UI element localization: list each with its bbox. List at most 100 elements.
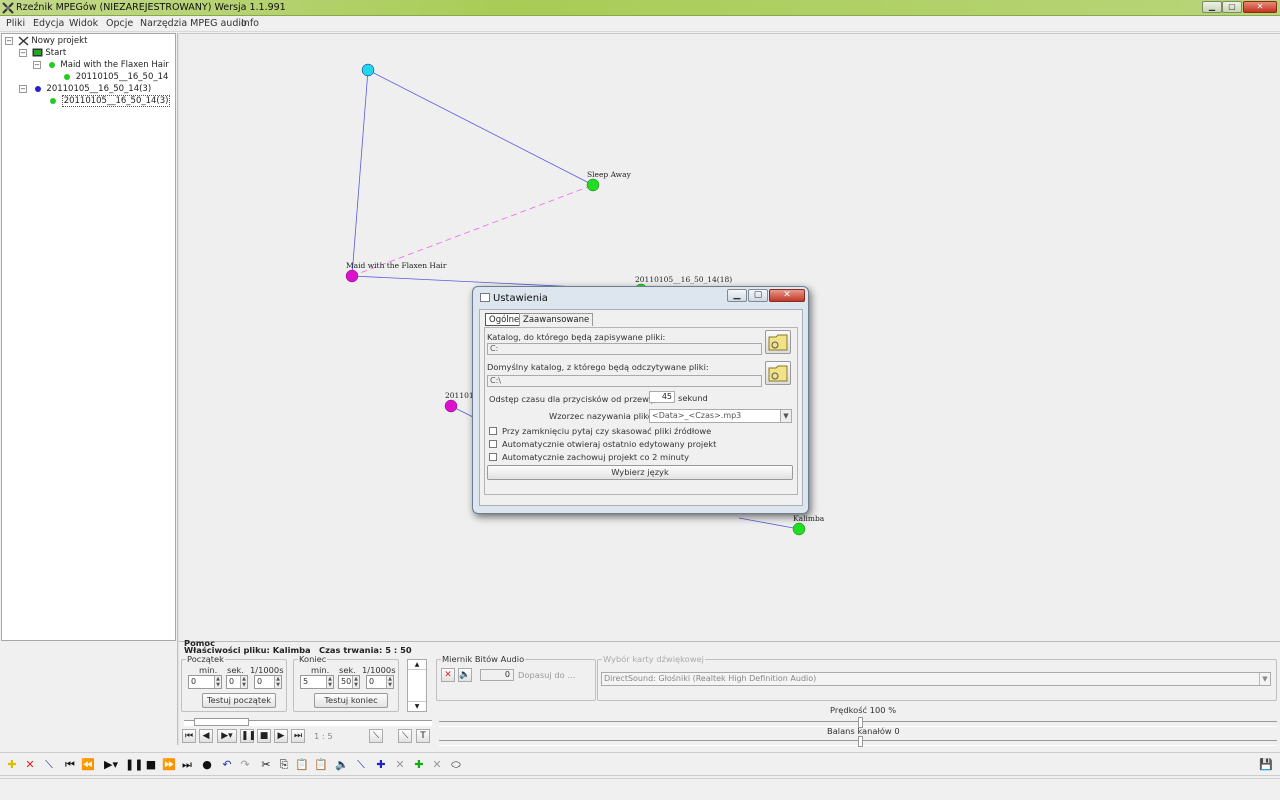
- menu-info[interactable]: Info: [241, 18, 259, 29]
- bitmeter-cancel-icon[interactable]: ✕: [441, 668, 455, 682]
- menu-pliki[interactable]: Pliki: [6, 18, 25, 29]
- remove-node-button[interactable]: ✕: [429, 756, 445, 773]
- node-n2011[interactable]: [444, 399, 458, 413]
- collapse-icon[interactable]: −: [19, 48, 27, 57]
- save-dir-browse-button[interactable]: [765, 330, 791, 354]
- pause-button[interactable]: ❚❚: [240, 729, 256, 743]
- start-min-spinner[interactable]: 0 ▲ ▼: [188, 675, 222, 689]
- scroll-down-icon[interactable]: ▼: [408, 701, 426, 711]
- collapse-icon[interactable]: −: [19, 84, 27, 93]
- cut-marker-button[interactable]: ⟍: [369, 729, 383, 743]
- pattern-select[interactable]: <Data>_<Czas>.mp3 ▼: [649, 409, 792, 423]
- volume-button[interactable]: 🔈: [334, 756, 350, 773]
- paste-button[interactable]: 📋: [294, 756, 310, 773]
- menu-opcje[interactable]: Opcje: [106, 18, 133, 29]
- menu-edycja[interactable]: Edycja: [33, 18, 64, 29]
- node-cyan[interactable]: [361, 63, 375, 77]
- marker-button[interactable]: ⟍: [353, 756, 369, 773]
- scroll-up-icon[interactable]: ▲: [408, 660, 426, 670]
- maximize-button[interactable]: ▢: [1222, 1, 1242, 13]
- checkbox-ask-delete[interactable]: [489, 427, 497, 435]
- stop-button[interactable]: ■: [257, 729, 271, 743]
- delete-button[interactable]: ✕: [22, 756, 38, 773]
- step-back-button[interactable]: ◀: [199, 729, 213, 743]
- checkbox-auto-save[interactable]: [489, 453, 497, 461]
- project-tree[interactable]: − Nowy projekt − Start − Maid with the F…: [1, 33, 176, 641]
- tab-ogolne[interactable]: Ogólne: [485, 313, 524, 326]
- add-blue-button[interactable]: ✚: [373, 756, 389, 773]
- loop-button[interactable]: ⬭: [448, 756, 464, 773]
- spinner-arrows-icon[interactable]: ▲ ▼: [326, 676, 333, 688]
- tree-item-group2[interactable]: − 20110105__16_50_14(3): [19, 83, 151, 95]
- spinner-arrows-icon[interactable]: ▲ ▼: [352, 676, 359, 688]
- undo-button[interactable]: ↶: [219, 756, 235, 773]
- start-sek-spinner[interactable]: 0 ▲ ▼: [226, 675, 248, 689]
- skip-end-button[interactable]: ⏭: [179, 756, 195, 773]
- tree-item-maid[interactable]: − Maid with the Flaxen Hair: [33, 59, 169, 71]
- spinner-arrows-icon[interactable]: ▲ ▼: [274, 676, 281, 688]
- chevron-down-icon[interactable]: ▼: [1259, 673, 1270, 685]
- dialog-close-button[interactable]: ✕: [769, 289, 805, 302]
- skip-start-button[interactable]: ⏮: [182, 729, 196, 743]
- step-forward-button[interactable]: ▶: [274, 729, 288, 743]
- text-button[interactable]: T: [416, 729, 430, 743]
- end-sek-spinner[interactable]: 50 ▲ ▼: [338, 675, 360, 689]
- dialog-minimize-button[interactable]: ▁: [727, 289, 747, 302]
- node-maid[interactable]: [345, 269, 359, 283]
- minimize-button[interactable]: ▁: [1202, 1, 1222, 13]
- record-button[interactable]: ●: [199, 756, 215, 773]
- tree-item-start[interactable]: − Start: [19, 47, 66, 59]
- end-ms-spinner[interactable]: 0 ▲ ▼: [366, 675, 394, 689]
- add-green-button[interactable]: ✚: [411, 756, 427, 773]
- tree-item-root[interactable]: − Nowy projekt: [5, 35, 87, 47]
- skip-end-button[interactable]: ⏭: [291, 729, 305, 743]
- checkbox-auto-open[interactable]: [489, 440, 497, 448]
- read-dir-field[interactable]: C:\: [487, 375, 762, 387]
- add-file-button[interactable]: ✚: [4, 756, 20, 773]
- split-button[interactable]: ⟍: [41, 756, 57, 773]
- vertical-scrollbar[interactable]: ▲ ▼: [407, 659, 427, 712]
- tab-zaawansowane[interactable]: Zaawansowane: [519, 313, 594, 326]
- pause-button[interactable]: ❚❚: [125, 756, 143, 773]
- speaker-icon[interactable]: 🔈: [458, 668, 472, 682]
- save-button[interactable]: 💾: [1258, 756, 1274, 773]
- redo-button[interactable]: ↷: [237, 756, 253, 773]
- balance-slider-thumb[interactable]: [858, 736, 863, 747]
- dialog-maximize-button[interactable]: ▢: [748, 289, 768, 302]
- test-start-button[interactable]: Testuj początek: [202, 693, 276, 708]
- rewind-button[interactable]: ⏪: [80, 756, 96, 773]
- play-button[interactable]: ▶▾: [217, 729, 237, 743]
- collapse-icon[interactable]: −: [33, 60, 41, 69]
- skip-start-button[interactable]: ⏮: [62, 756, 78, 773]
- copy-button[interactable]: ⎘: [276, 756, 292, 773]
- paste-special-button[interactable]: 📋: [313, 756, 329, 773]
- balance-slider[interactable]: [439, 736, 1277, 747]
- stop-button[interactable]: ■: [143, 756, 159, 773]
- play-button[interactable]: ▶▾: [99, 756, 123, 773]
- menu-narzedzia[interactable]: Narzędzia MPEG audio: [140, 18, 247, 29]
- tree-item-group2-child[interactable]: 20110105__16_50_14(3): [47, 95, 171, 107]
- collapse-icon[interactable]: −: [5, 36, 13, 45]
- close-button[interactable]: ✕: [1243, 1, 1277, 13]
- remove-button[interactable]: ✕: [392, 756, 408, 773]
- save-dir-field[interactable]: C:: [487, 343, 762, 355]
- menu-widok[interactable]: Widok: [69, 18, 98, 29]
- tree-item-maid-child[interactable]: 20110105__16_50_14: [61, 71, 168, 83]
- chevron-down-icon[interactable]: ▼: [780, 410, 791, 422]
- position-scrollbar[interactable]: [184, 718, 432, 726]
- node-sleep-away[interactable]: [586, 178, 600, 192]
- language-button[interactable]: Wybierz język: [487, 465, 793, 480]
- interval-input[interactable]: 45: [649, 391, 675, 403]
- position-scroll-thumb[interactable]: [194, 718, 249, 726]
- cut-button[interactable]: ✂: [258, 756, 274, 773]
- fast-forward-button[interactable]: ⏩: [161, 756, 177, 773]
- start-ms-spinner[interactable]: 0 ▲ ▼: [254, 675, 282, 689]
- marker-button[interactable]: ⟍: [398, 729, 412, 743]
- test-end-button[interactable]: Testuj koniec: [314, 693, 388, 708]
- spinner-arrows-icon[interactable]: ▲ ▼: [386, 676, 393, 688]
- spinner-arrows-icon[interactable]: ▲ ▼: [214, 676, 221, 688]
- node-kalimba[interactable]: [792, 522, 806, 536]
- soundcard-select[interactable]: DirectSound: Głośniki (Realtek High Defi…: [601, 672, 1271, 686]
- read-dir-browse-button[interactable]: [765, 361, 791, 385]
- spinner-arrows-icon[interactable]: ▲ ▼: [240, 676, 247, 688]
